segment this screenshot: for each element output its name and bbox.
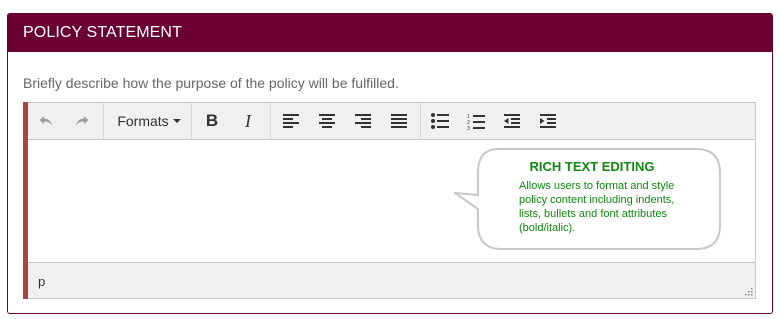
align-right-icon <box>355 114 371 128</box>
undo-button[interactable] <box>32 107 60 135</box>
redo-button[interactable] <box>68 107 96 135</box>
align-center-icon <box>319 114 335 128</box>
bold-icon: B <box>205 111 219 130</box>
redo-icon <box>76 116 89 126</box>
formats-dropdown[interactable]: Formats <box>112 107 186 135</box>
resize-handle-icon[interactable] <box>744 287 753 296</box>
editor-statusbar: p <box>28 262 755 298</box>
align-justify-icon <box>391 114 407 128</box>
numbered-list-icon: 1 2 3 <box>467 114 485 130</box>
outdent-icon <box>504 114 520 128</box>
align-left-icon <box>283 114 299 128</box>
indent-button[interactable] <box>534 107 562 135</box>
align-left-button[interactable] <box>277 107 305 135</box>
chevron-down-icon <box>172 119 181 123</box>
italic-button[interactable]: I <box>234 107 262 135</box>
align-justify-button[interactable] <box>385 107 413 135</box>
toolbar-separator <box>420 103 421 139</box>
svg-text:3: 3 <box>467 126 470 130</box>
align-center-button[interactable] <box>313 107 341 135</box>
element-path[interactable]: p <box>38 274 45 289</box>
toolbar-separator <box>103 103 104 139</box>
editor-toolbar: Formats B I 1 2 3 <box>28 103 755 140</box>
formats-label: Formats <box>117 113 169 129</box>
align-right-button[interactable] <box>349 107 377 135</box>
panel-title: POLICY STATEMENT <box>23 24 182 41</box>
toolbar-separator <box>191 103 192 139</box>
undo-icon <box>39 116 52 126</box>
bullet-list-button[interactable] <box>426 107 454 135</box>
indent-icon <box>540 114 556 128</box>
toolbar-separator <box>270 103 271 139</box>
panel-description: Briefly describe how the purpose of the … <box>23 75 399 91</box>
panel-header: POLICY STATEMENT <box>8 14 772 52</box>
numbered-list-button[interactable]: 1 2 3 <box>462 107 490 135</box>
outdent-button[interactable] <box>498 107 526 135</box>
bullet-list-icon <box>431 113 449 129</box>
bold-button[interactable]: B <box>198 107 226 135</box>
italic-icon: I <box>245 110 251 131</box>
callout-title: RICH TEXT EDITING <box>529 159 655 174</box>
callout-text: Allows users to format and style policy … <box>519 180 675 234</box>
